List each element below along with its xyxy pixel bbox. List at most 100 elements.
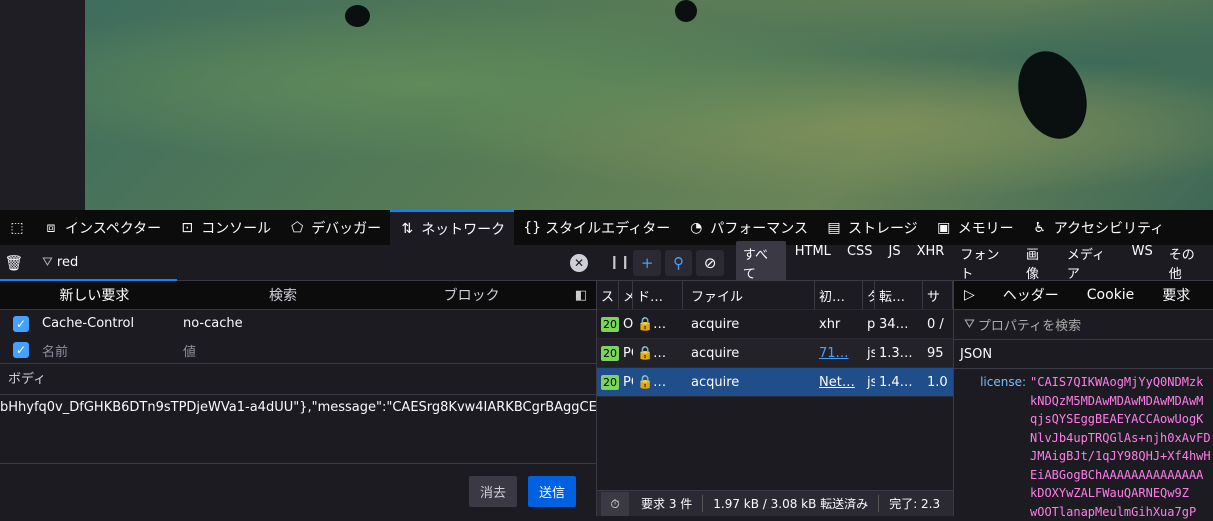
column-header[interactable]: ス [597,281,619,309]
collapse-panel-icon[interactable]: ◧ [566,288,596,303]
tab-console[interactable]: ⊡ コンソール [170,210,280,245]
trash-icon[interactable]: 🗑 [0,254,28,272]
type: pl [863,310,875,338]
request-row[interactable]: 20 OP 🔒… acquire xhr pl 34… 0 / [597,310,953,339]
pause-icon[interactable]: ❙❙ [606,255,633,270]
memory-icon: ▣ [936,220,952,236]
tab-debugger[interactable]: ⬠デバッガー [280,210,390,245]
tab-search[interactable]: 検索 [189,285,378,305]
tab-label: インスペクター [65,218,161,238]
tab-label: ネットワーク [421,219,505,239]
license-line: qjsQYSEggBEAEYACCAowUogK [1030,410,1211,429]
request-row[interactable]: 20 PC 🔒… acquire Net… jsc 1.4… 1.0 [597,368,953,397]
tab-label: デバッガー [311,218,381,238]
method: OP [619,310,633,338]
type-filter[interactable]: フォント [953,241,1017,285]
block-button[interactable]: ⊘ [696,250,723,276]
license-line: "CAIS7QIKWAogMjYyQ0NDMzk [1030,373,1211,392]
type-filter[interactable]: JS [882,241,908,285]
tab-headers[interactable]: ヘッダー [1003,285,1059,305]
secure-lock-icon: 🔒… [633,368,683,396]
body-label: ボディ [0,364,596,395]
column-header[interactable]: タ [863,281,875,309]
toggle-sidebar-icon[interactable]: ▷ [964,287,975,303]
type: jsc [863,339,875,367]
initiator[interactable]: 71… [815,339,863,367]
tab-cookie[interactable]: Cookie [1087,287,1135,303]
filter-icon: ⛛ [42,255,53,270]
satellite-map-image [85,0,1213,210]
performance-icon: ◔ [688,220,704,236]
type-filter[interactable]: その他 [1162,241,1213,285]
style-editor-icon: {} [523,220,539,236]
request-list: スメド…ファイル初…タ転…サ 20 OP 🔒… acquire xhr pl 3… [597,281,953,490]
header-checkbox[interactable]: ✓ [13,342,29,358]
column-header[interactable]: ド… [633,281,683,309]
send-button[interactable]: 送信 [528,476,576,507]
transferred: 1.4… [875,368,923,396]
tab-network[interactable]: ⇅ネットワーク [390,210,514,245]
filter-icon: ⛛ [964,317,975,332]
column-header[interactable]: ファイル [683,281,815,309]
tab-request[interactable]: 要求 [1162,285,1190,305]
secure-lock-icon: 🔒… [633,339,683,367]
request-row[interactable]: 20 PC 🔒… acquire 71… jsc 1.3… 95 [597,339,953,368]
license-line: NlvJb4upTRQGlAs+njh0xAvFD [1030,429,1211,448]
header-row: ✓ Cache-Controlno-cache [0,310,596,337]
request-count: 要求 3 件 [641,495,703,512]
type-filter[interactable]: CSS [840,241,880,285]
transfer-size: 1.97 kB / 3.08 kB 転送済み [703,495,879,512]
license-line: kNDQzM5MDAwMDAwMDAwMDAwM [1030,392,1211,411]
type-filter[interactable]: XHR [910,241,952,285]
column-header[interactable]: 初… [815,281,863,309]
tab-label: パフォーマンス [710,218,808,238]
console-icon: ⊡ [179,220,195,236]
transferred: 1.3… [875,339,923,367]
column-header[interactable]: 転… [875,281,923,309]
tab-block[interactable]: ブロック [377,285,566,305]
clear-filter-icon[interactable]: ✕ [570,254,588,272]
search-button[interactable]: ⚲ [665,250,692,276]
initiator: xhr [815,310,863,338]
storage-icon: ▤ [826,220,842,236]
clear-button[interactable]: 消去 [469,476,517,507]
type-filter[interactable]: WS [1125,241,1160,285]
element-picker-button[interactable]: ⬚ [0,210,34,245]
header-name-input[interactable]: 名前 [42,341,183,360]
header-name[interactable]: Cache-Control [42,316,183,331]
type-filter[interactable]: HTML [788,241,838,285]
tab-label: コンソール [201,218,271,238]
tab-label: アクセシビリティ [1054,218,1164,238]
status-badge: 20 [601,317,619,332]
file-name: acquire [683,310,815,338]
browser-sidebar [0,0,85,210]
inspector-icon: ⧈ [43,220,59,236]
type: jsc [863,368,875,396]
type-filter[interactable]: メディア [1060,241,1123,285]
size: 0 / [923,310,953,338]
performance-analysis-button[interactable]: ⏱ [601,492,629,516]
initiator[interactable]: Net… [815,368,863,396]
type-filter[interactable]: すべて [736,241,786,285]
transferred: 34… [875,310,923,338]
status-badge: 20 [601,375,619,390]
tab-new-request[interactable]: 新しい要求 [0,285,189,305]
body-textarea[interactable]: bHhyfq0v_DfGHKB6DTn9sTPDjeWVa1-a4dUU"},"… [0,395,596,464]
tab-inspector[interactable]: ⧈ インスペクター [34,210,170,245]
file-name: acquire [683,339,815,367]
type-filter[interactable]: 画像 [1019,241,1058,285]
json-section-header[interactable]: JSON [954,340,1213,369]
column-header[interactable]: メ [619,281,633,309]
finish-time: 完了: 2.3 [879,495,940,512]
accessibility-icon: ♿ [1032,220,1048,236]
size: 95 [923,339,953,367]
license-value[interactable]: "CAIS7QIKWAogMjYyQ0NDMzkkNDQzM5MDAwMDAwM… [1030,373,1211,521]
column-header[interactable]: サ [923,281,953,309]
header-value-input[interactable]: 値 [183,341,196,360]
new-request-button[interactable]: + [633,250,660,276]
header-checkbox[interactable]: ✓ [13,316,29,332]
property-filter-input[interactable]: プロパティを検索 [978,315,1081,334]
filter-input[interactable] [57,255,557,270]
header-value[interactable]: no-cache [183,316,243,331]
network-filter-bar: 🗑 ⛛ ✕ ❙❙ + ⚲ ⊘ すべてHTMLCSSJSXHRフォント画像メディア… [0,245,1213,281]
